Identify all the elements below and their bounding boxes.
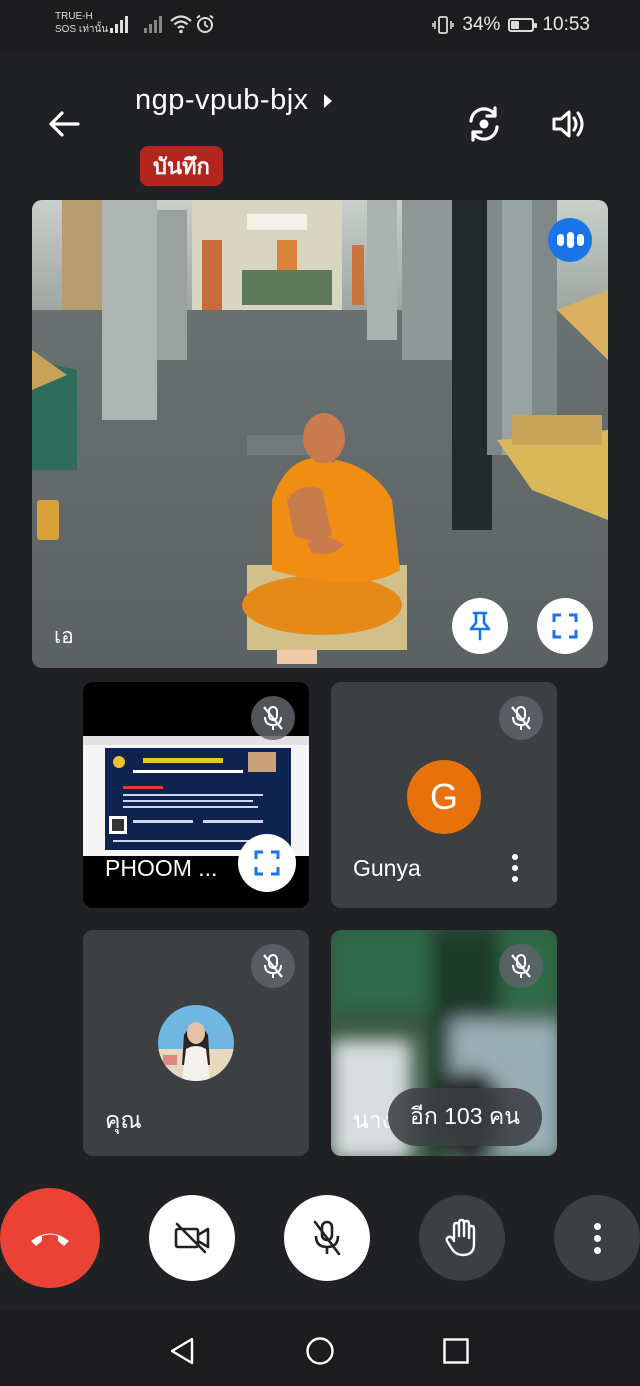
fullscreen-tile-button[interactable] [238, 834, 296, 892]
avatar-photo [158, 1005, 234, 1081]
raise-hand-button[interactable] [419, 1195, 505, 1281]
speaker-button[interactable] [545, 100, 593, 148]
nav-back-button[interactable] [168, 1336, 196, 1366]
nav-recents-button[interactable] [442, 1337, 470, 1365]
status-bar: TRUE-H SOS เท่านั้น 34% 10:53 [0, 0, 640, 52]
nav-home-button[interactable] [305, 1336, 335, 1366]
audio-level-indicator [548, 218, 592, 262]
signal-2-icon [144, 15, 162, 33]
vibrate-icon [432, 16, 455, 34]
participant-name: นาง [353, 1107, 393, 1133]
participant-name: คุณ [105, 1107, 142, 1133]
battery-icon [508, 18, 538, 32]
alarm-icon [196, 14, 214, 33]
fullscreen-icon [552, 613, 578, 639]
carrier-name: TRUE-H [55, 11, 93, 22]
carrier-sos: SOS เท่านั้น [55, 24, 109, 35]
more-vert-icon [593, 1222, 601, 1254]
system-nav-bar [0, 1310, 640, 1386]
end-call-button[interactable] [0, 1188, 100, 1288]
avatar: G [407, 760, 481, 834]
mic-off-icon [511, 706, 531, 730]
participant-options-button[interactable] [501, 848, 529, 888]
signal-icon [110, 15, 128, 33]
pin-icon [469, 611, 491, 641]
pin-button[interactable] [452, 598, 508, 654]
mic-muted-badge [251, 696, 295, 740]
mic-off-icon [511, 954, 531, 978]
recording-label: บันทึก [153, 153, 210, 179]
participant-tile-self[interactable]: คุณ [83, 930, 309, 1156]
mic-muted-badge [499, 696, 543, 740]
camera-toggle-button[interactable] [149, 1195, 235, 1281]
main-video-feed [32, 200, 608, 668]
wifi-icon [170, 15, 192, 34]
video-off-icon [174, 1222, 210, 1254]
main-participant-name: เอ [54, 625, 74, 648]
more-vert-icon [512, 854, 518, 860]
back-button[interactable] [40, 100, 88, 148]
fullscreen-icon [254, 850, 280, 876]
hand-icon [445, 1218, 476, 1257]
mic-off-icon [263, 706, 283, 730]
mic-muted-badge [499, 944, 543, 988]
battery-percent: 34% [462, 14, 501, 35]
participant-tile-gunya[interactable]: G Gunya [331, 682, 557, 908]
switch-camera-button[interactable] [460, 100, 508, 148]
speaker-icon [552, 110, 584, 138]
meeting-info-button[interactable]: ngp-vpub-bjx [135, 84, 333, 117]
mic-toggle-button[interactable] [284, 1195, 370, 1281]
more-options-button[interactable] [554, 1195, 640, 1281]
mic-muted-badge [251, 944, 295, 988]
mic-off-icon [313, 1220, 341, 1256]
participant-tile-phoom[interactable]: PHOOM ... [83, 682, 309, 908]
status-right: 34% 10:53 [432, 14, 590, 36]
avatar-letter: G [429, 776, 458, 817]
carrier-info: TRUE-H SOS เท่านั้น [55, 10, 108, 36]
fullscreen-button[interactable] [537, 598, 593, 654]
mic-off-icon [263, 954, 283, 978]
chevron-right-icon [323, 93, 332, 108]
participant-name: Gunya [353, 855, 421, 881]
more-participants-label: อีก 103 คน [410, 1103, 521, 1129]
end-call-icon [31, 1233, 69, 1246]
main-video-tile[interactable]: เอ [32, 200, 608, 668]
back-arrow-icon [49, 111, 80, 137]
recording-badge: บันทึก [140, 146, 223, 186]
clock: 10:53 [542, 14, 590, 35]
meeting-code: ngp-vpub-bjx [135, 84, 309, 116]
more-participants-button[interactable]: อีก 103 คน [388, 1088, 543, 1146]
switch-camera-icon [469, 106, 499, 142]
participant-name: PHOOM ... [105, 855, 218, 881]
